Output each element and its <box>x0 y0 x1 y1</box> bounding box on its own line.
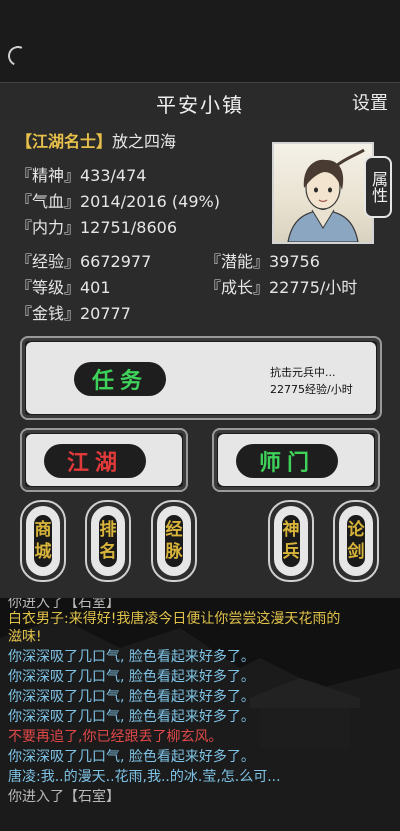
stat-neili: 『内力』12751/8606 <box>16 218 178 237</box>
task-status: 抗击元兵中... <box>270 366 336 379</box>
jianghu-button-face: 江湖 <box>26 434 182 486</box>
log-line: 你进入了【石室】 <box>8 789 120 805</box>
log-line: 滋味! <box>8 629 42 645</box>
log-line: 唐凌:我..的漫天..花雨,我..的冰.莹,怎.么可... <box>8 769 281 785</box>
duel-label: 论剑 <box>347 515 365 567</box>
stat-jinqian: 『金钱』20777 <box>16 304 131 323</box>
shop-label: 商城 <box>34 515 52 567</box>
portrait-illustration <box>287 148 365 242</box>
shimen-label: 师门 <box>236 444 338 478</box>
attributes-tab[interactable]: 属性 <box>364 156 392 218</box>
ranking-button[interactable]: 排名 <box>85 500 131 582</box>
location-title: 平安小镇 <box>156 93 244 117</box>
top-bar: 平安小镇 设置 <box>0 82 400 122</box>
duel-button[interactable]: 论剑 <box>333 500 379 582</box>
player-rank: 【江湖名士】 <box>16 132 113 151</box>
stat-qixue: 『气血』2014/2016 (49%) <box>16 192 220 211</box>
meridian-button[interactable]: 经脉 <box>151 500 197 582</box>
task-button-face: 任务 抗击元兵中... 22775经验/小时 <box>26 342 376 414</box>
avatar[interactable] <box>272 142 374 244</box>
task-label: 任务 <box>74 362 166 396</box>
stat-dengji: 『等级』401 <box>16 278 111 297</box>
player-name: 放之四海 <box>112 132 177 151</box>
status-area <box>0 0 400 82</box>
settings-button[interactable]: 设置 <box>352 89 388 115</box>
jianghu-button[interactable]: 江湖 <box>20 428 188 492</box>
log-line: 你深深吸了几口气, 脸色看起来好多了。 <box>8 709 255 725</box>
divine-weapon-label: 神兵 <box>282 515 300 567</box>
task-info: 抗击元兵中... 22775经验/小时 <box>270 364 353 398</box>
stat-chengzhang: 『成长』22775/小时 <box>205 278 358 297</box>
task-button[interactable]: 任务 抗击元兵中... 22775经验/小时 <box>20 336 382 420</box>
ranking-label: 排名 <box>99 515 117 567</box>
player-title: 【江湖名士】放之四海 <box>16 128 176 152</box>
stat-jingyan: 『经验』6672977 <box>16 252 152 271</box>
message-log[interactable]: 你进入了【石室】 白衣男子:来得好!我唐凌今日便让你尝尝这漫天花雨的 滋味! 你… <box>0 598 400 831</box>
divine-weapon-button[interactable]: 神兵 <box>268 500 314 582</box>
log-line: 你深深吸了几口气, 脸色看起来好多了。 <box>8 689 255 705</box>
log-line: 你深深吸了几口气, 脸色看起来好多了。 <box>8 669 255 685</box>
log-line: 你深深吸了几口气, 脸色看起来好多了。 <box>8 649 255 665</box>
stat-jingshen: 『精神』433/474 <box>16 166 147 185</box>
stat-qianneng: 『潜能』39756 <box>205 252 320 271</box>
jianghu-label: 江湖 <box>44 444 146 478</box>
log-line: 你深深吸了几口气, 脸色看起来好多了。 <box>8 749 255 765</box>
shimen-button[interactable]: 师门 <box>212 428 380 492</box>
shop-button[interactable]: 商城 <box>20 500 66 582</box>
task-rate: 22775经验/小时 <box>270 383 353 396</box>
log-line: 白衣男子:来得好!我唐凌今日便让你尝尝这漫天花雨的 <box>8 611 341 627</box>
shimen-button-face: 师门 <box>218 434 374 486</box>
log-line: 不要再追了,你已经跟丢了柳玄风。 <box>8 729 223 745</box>
meridian-label: 经脉 <box>165 515 183 567</box>
